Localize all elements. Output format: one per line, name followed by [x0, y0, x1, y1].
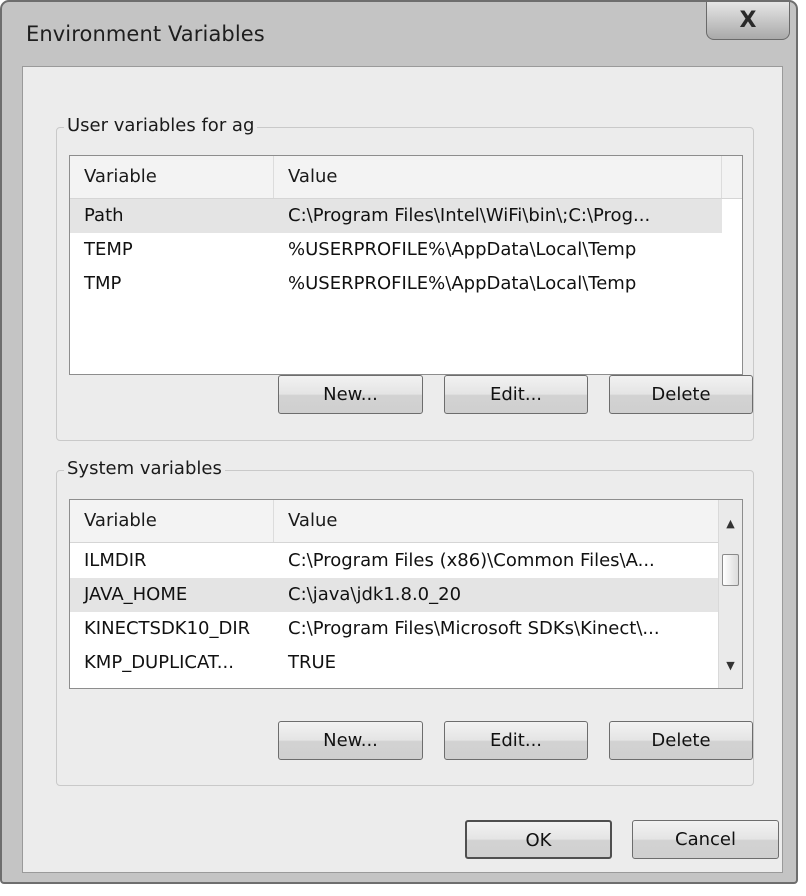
- system-variables-list[interactable]: Variable Value ILMDIR C:\Program Files (…: [69, 499, 743, 689]
- user-variables-header: Variable Value: [70, 156, 742, 199]
- user-variables-group: User variables for ag Variable Value Pat…: [56, 115, 754, 441]
- user-variables-list[interactable]: Variable Value Path C:\Program Files\Int…: [69, 155, 743, 375]
- value-cell: C:\Program Files\Microsoft SDKs\Kinect\.…: [288, 618, 660, 639]
- cancel-button[interactable]: Cancel: [632, 820, 779, 859]
- close-button[interactable]: X: [706, 2, 790, 40]
- scrollbar-thumb[interactable]: [722, 554, 739, 586]
- value-column-header[interactable]: Value: [274, 500, 720, 542]
- table-row[interactable]: TEMP %USERPROFILE%\AppData\Local\Temp: [70, 233, 722, 267]
- dialog-title: Environment Variables: [26, 22, 265, 46]
- variable-cell: ILMDIR: [84, 550, 147, 571]
- table-row[interactable]: Path C:\Program Files\Intel\WiFi\bin\;C:…: [70, 199, 722, 233]
- user-delete-button[interactable]: Delete: [609, 375, 753, 414]
- system-delete-button[interactable]: Delete: [609, 721, 753, 760]
- variable-column-header[interactable]: Variable: [70, 500, 274, 542]
- variable-cell: TEMP: [84, 239, 133, 260]
- value-cell: TRUE: [288, 652, 337, 673]
- table-row[interactable]: JAVA_HOME C:\java\jdk1.8.0_20: [70, 578, 720, 612]
- user-variables-label: User variables for ag: [64, 115, 258, 136]
- system-variables-label: System variables: [64, 458, 225, 479]
- value-cell: %USERPROFILE%\AppData\Local\Temp: [288, 273, 637, 294]
- close-icon: X: [739, 8, 757, 33]
- user-edit-button[interactable]: Edit...: [444, 375, 588, 414]
- value-cell: C:\java\jdk1.8.0_20: [288, 584, 462, 605]
- value-cell: C:\Program Files (x86)\Common Files\A...: [288, 550, 655, 571]
- system-variables-group: System variables Variable Value ILMDIR C…: [56, 458, 754, 786]
- ok-button[interactable]: OK: [465, 820, 612, 859]
- variable-cell: KMP_DUPLICAT...: [84, 652, 234, 673]
- user-new-button[interactable]: New...: [278, 375, 423, 414]
- variable-cell: Path: [84, 205, 124, 226]
- dialog-body: User variables for ag Variable Value Pat…: [22, 66, 783, 873]
- value-column-header[interactable]: Value: [274, 156, 722, 198]
- system-edit-button[interactable]: Edit...: [444, 721, 588, 760]
- table-row[interactable]: KINECTSDK10_DIR C:\Program Files\Microso…: [70, 612, 720, 646]
- system-variables-header: Variable Value: [70, 500, 720, 543]
- table-row[interactable]: KMP_DUPLICAT... TRUE: [70, 646, 720, 680]
- value-cell: %USERPROFILE%\AppData\Local\Temp: [288, 239, 637, 260]
- variable-column-header[interactable]: Variable: [70, 156, 274, 198]
- system-new-button[interactable]: New...: [278, 721, 423, 760]
- scroll-down-arrow-icon[interactable]: ▼: [719, 654, 742, 676]
- variable-cell: KINECTSDK10_DIR: [84, 618, 251, 639]
- variable-cell: TMP: [84, 273, 122, 294]
- table-row[interactable]: ILMDIR C:\Program Files (x86)\Common Fil…: [70, 544, 720, 578]
- scroll-up-arrow-icon[interactable]: ▲: [719, 512, 742, 534]
- environment-variables-dialog: Environment Variables X User variables f…: [0, 0, 798, 884]
- variable-cell: JAVA_HOME: [84, 584, 188, 605]
- value-cell: C:\Program Files\Intel\WiFi\bin\;C:\Prog…: [288, 205, 651, 226]
- vertical-scrollbar[interactable]: ▲ ▼: [718, 500, 742, 688]
- title-bar[interactable]: Environment Variables X: [2, 2, 796, 66]
- table-row[interactable]: TMP %USERPROFILE%\AppData\Local\Temp: [70, 267, 722, 301]
